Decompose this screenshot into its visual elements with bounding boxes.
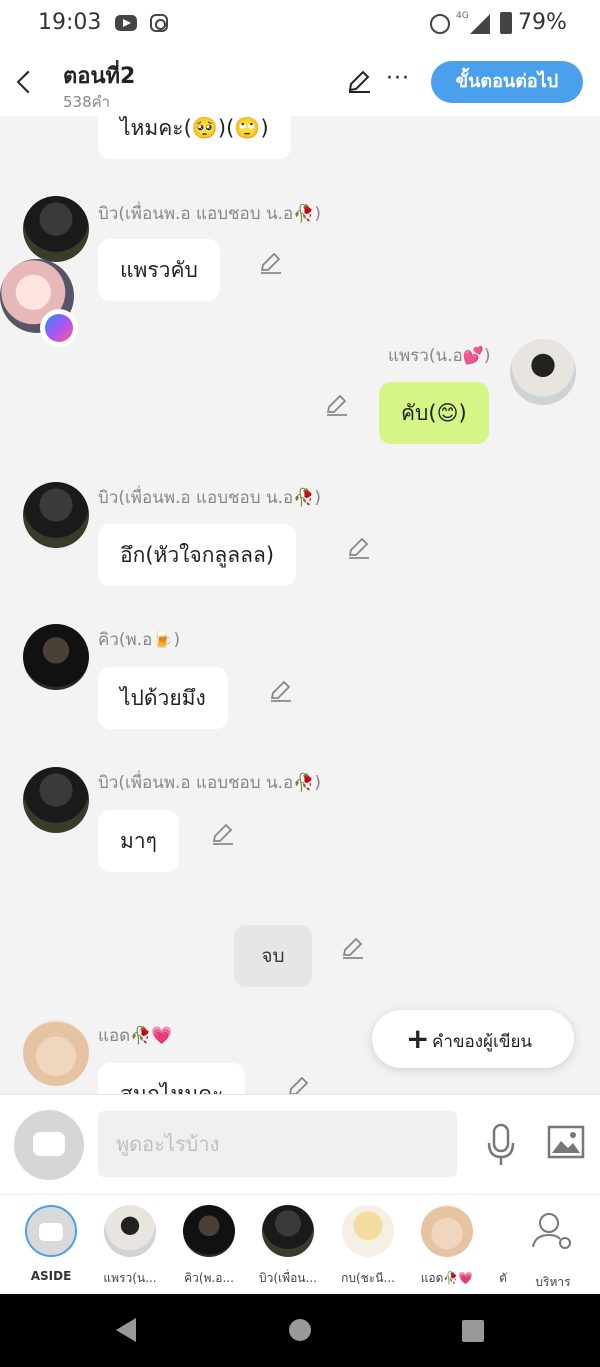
- sender-name: แพรว(น.อ💕): [388, 346, 491, 366]
- character-item[interactable]: แอด🥀💗: [412, 1205, 482, 1288]
- edit-pencil-icon[interactable]: [340, 935, 366, 961]
- avatar[interactable]: [23, 482, 89, 548]
- character-label: ASIDE: [30, 1269, 72, 1283]
- character-aside[interactable]: ASIDE: [16, 1205, 86, 1283]
- edit-pencil-icon[interactable]: [210, 821, 236, 847]
- character-label: แพรว(น...: [103, 1271, 157, 1285]
- sender-name: แอด🥀💗: [98, 1026, 173, 1046]
- sender-name: คิว(พ.อ🍺): [98, 630, 181, 650]
- instagram-icon: [150, 14, 168, 32]
- edit-pencil-icon[interactable]: [324, 392, 350, 418]
- signal-icon: [470, 14, 490, 34]
- character-selector: ASIDE แพรว(น... คิว(พ.อ... บิว(เพื่อน...…: [0, 1194, 600, 1294]
- avatar[interactable]: [23, 624, 89, 690]
- edit-pencil-icon[interactable]: [268, 678, 294, 704]
- message-bubble[interactable]: แพรวคับ: [98, 239, 220, 301]
- character-label: แอด🥀💗: [420, 1271, 474, 1285]
- message-bubble[interactable]: คับ(😊): [379, 382, 489, 444]
- character-item[interactable]: แพรว(น...: [95, 1205, 165, 1288]
- character-label: บริหาร: [535, 1275, 571, 1289]
- more-menu-icon[interactable]: ···: [386, 66, 410, 91]
- status-bar: 19:03 4G 79%: [0, 0, 600, 48]
- app-header: ตอนที่2 538คำ ··· ขั้นตอนต่อไป: [0, 48, 600, 116]
- avatar[interactable]: [23, 767, 89, 833]
- character-item[interactable]: บิว(เพื่อน...: [253, 1205, 323, 1288]
- person-settings-icon: [527, 1205, 579, 1257]
- messenger-chat-head[interactable]: [0, 259, 78, 347]
- image-icon[interactable]: [547, 1125, 585, 1159]
- alarm-icon: [430, 14, 450, 34]
- message-bubble[interactable]: มาๆ: [98, 810, 179, 872]
- nav-back-icon[interactable]: [116, 1318, 136, 1342]
- message-bubble[interactable]: อึก(หัวใจกลูลลล): [98, 524, 297, 586]
- avatar: [342, 1205, 394, 1257]
- writer-comment-label: คำของผู้เขียน: [432, 1032, 533, 1052]
- manage-characters-button[interactable]: บริหาร: [518, 1205, 588, 1292]
- character-label: กบ(ชะนี...: [341, 1271, 395, 1285]
- avatar: [183, 1205, 235, 1257]
- character-item[interactable]: คิว(พ.อ...: [174, 1205, 244, 1288]
- avatar: [421, 1205, 473, 1257]
- message-bubble[interactable]: สนุกไหมคะ: [98, 1063, 246, 1094]
- edit-pencil-icon[interactable]: [286, 1074, 312, 1094]
- aside-toggle-button[interactable]: [14, 1110, 84, 1180]
- messenger-icon: [40, 309, 78, 347]
- character-item[interactable]: กบ(ชะนี...: [333, 1205, 403, 1288]
- avatar[interactable]: [23, 1020, 89, 1086]
- episode-title: ตอนที่2: [63, 64, 136, 89]
- character-label: บิว(เพื่อน...: [259, 1271, 317, 1285]
- plus-icon: +: [406, 1022, 430, 1055]
- avatar: [262, 1205, 314, 1257]
- word-count: 538คำ: [63, 93, 111, 111]
- character-label: คิว(พ.อ...: [184, 1271, 234, 1285]
- status-time: 19:03: [38, 10, 102, 35]
- edit-title-pencil-icon[interactable]: [346, 68, 372, 94]
- battery-percent: 79%: [518, 10, 567, 35]
- avatar[interactable]: [510, 339, 576, 405]
- sender-name: บิว(เพื่อนพ.อ แอบชอบ น.อ🥀): [98, 204, 321, 224]
- narration-bubble[interactable]: จบ: [234, 925, 312, 987]
- network-type: 4G: [456, 11, 469, 21]
- input-bar: [0, 1094, 600, 1194]
- sender-name: บิว(เพื่อนพ.อ แอบชอบ น.อ🥀): [98, 773, 321, 793]
- avatar: [104, 1205, 156, 1257]
- message-bubble[interactable]: ไปด้วยมึง: [98, 667, 228, 729]
- sender-name: บิว(เพื่อนพ.อ แอบชอบ น.อ🥀): [98, 488, 321, 508]
- back-arrow-icon[interactable]: [14, 66, 38, 98]
- system-nav-bar: [0, 1294, 600, 1367]
- nav-recents-icon[interactable]: [462, 1320, 484, 1342]
- aside-icon: [25, 1205, 77, 1257]
- next-step-button[interactable]: ขั้นตอนต่อไป: [431, 61, 583, 103]
- chat-area: ไหมคะ(🥺)(🙄) บิว(เพื่อนพ.อ แอบชอบ น.อ🥀) แ…: [0, 116, 600, 1094]
- microphone-icon[interactable]: [486, 1123, 516, 1167]
- edit-pencil-icon[interactable]: [258, 250, 284, 276]
- message-input[interactable]: [98, 1111, 457, 1177]
- message-bubble[interactable]: ไหมคะ(🥺)(🙄): [98, 116, 291, 159]
- youtube-icon: [115, 15, 137, 31]
- writer-comment-button[interactable]: + คำของผู้เขียน: [372, 1010, 574, 1068]
- battery-icon: [500, 12, 512, 34]
- avatar[interactable]: [23, 196, 89, 262]
- nav-home-icon[interactable]: [289, 1319, 311, 1341]
- edit-pencil-icon[interactable]: [346, 535, 372, 561]
